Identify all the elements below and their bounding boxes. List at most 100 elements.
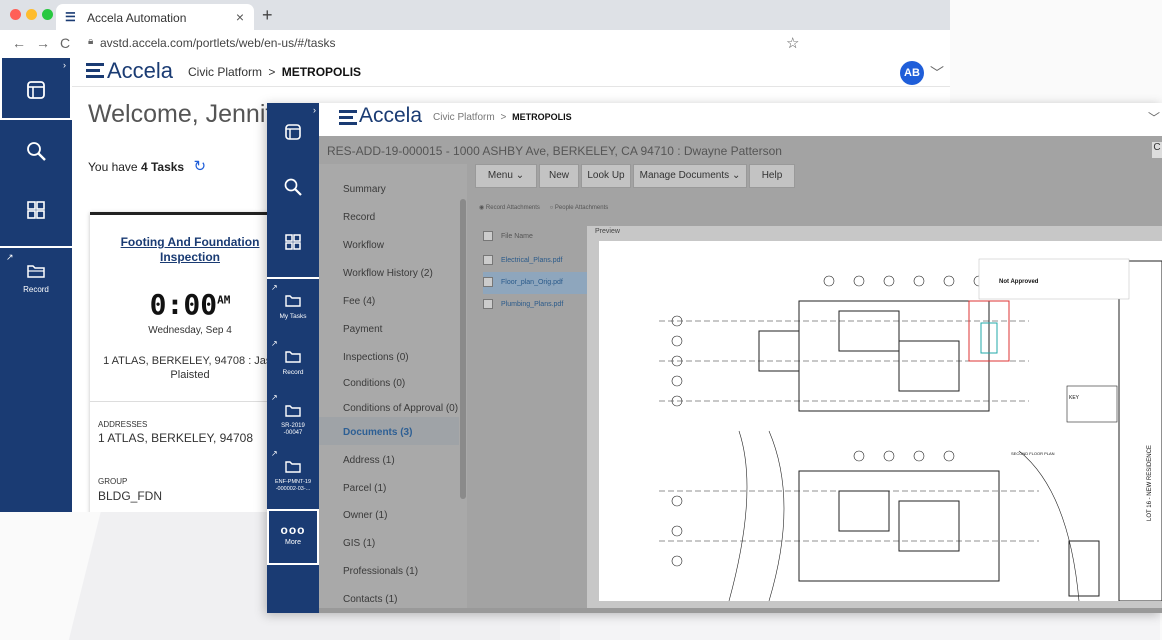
sidebar-item-apps[interactable] <box>267 217 319 273</box>
accela-logo-icon <box>86 63 104 79</box>
breadcrumb: Civic Platform > METROPOLIS <box>188 65 361 79</box>
forward-arrow-icon[interactable]: → <box>36 35 50 51</box>
sidebar-item-dashboard[interactable]: › <box>267 103 319 161</box>
task-time-value: 0:00 <box>149 288 218 321</box>
breadcrumb-separator: > <box>268 65 276 79</box>
select-all-checkbox[interactable] <box>483 231 493 242</box>
sidebar-item-sr-2019[interactable]: ↗ SR-2019 -00047 <box>267 393 319 445</box>
minimize-window-icon[interactable] <box>26 9 37 20</box>
group-value: BLDG_FDN <box>98 489 163 503</box>
close-window-icon[interactable] <box>10 9 21 20</box>
bookmark-star-icon[interactable]: ☆ <box>786 34 799 52</box>
lock-icon: 🔒︎ <box>88 36 94 47</box>
sidebar-item-more[interactable]: ooo More <box>267 509 319 565</box>
url-field[interactable]: avstd.accela.com/portlets/web/en-us/#/ta… <box>100 36 335 50</box>
file-name[interactable]: Plumbing_Plans.pdf <box>501 301 563 308</box>
chevron-down-icon[interactable]: ﹀ <box>1148 109 1160 126</box>
breadcrumb-agency: METROPOLIS <box>281 65 362 79</box>
reload-icon[interactable]: C <box>60 35 70 51</box>
chevron-down-icon[interactable]: ﹀ <box>930 63 944 83</box>
expand-chevron-icon[interactable]: › <box>313 105 316 115</box>
nav-documents[interactable]: Documents (3) <box>343 427 412 438</box>
addresses-value: 1 ATLAS, BERKELEY, 94708 <box>98 431 253 445</box>
task-time: 0:00AM <box>90 288 290 321</box>
task-date: Wednesday, Sep 4 <box>148 325 232 336</box>
nav-contacts[interactable]: Contacts (1) <box>343 594 397 605</box>
horizontal-scrollbar[interactable] <box>319 608 1162 613</box>
accela-favicon-icon: ☰ <box>65 10 76 24</box>
file-checkbox[interactable] <box>483 299 493 310</box>
folder-pin-icon <box>285 461 301 473</box>
radio-label: Record Attachments <box>485 205 540 211</box>
breadcrumb-platform[interactable]: Civic Platform <box>188 65 262 79</box>
radio-record-attachments[interactable]: ◉ Record Attachments <box>479 205 540 211</box>
nav-conditions[interactable]: Conditions (0) <box>343 378 405 389</box>
pin-icon: ↗ <box>271 339 278 348</box>
stamp-text: Not Approved <box>999 279 1039 285</box>
refresh-icon[interactable]: ↻ <box>193 158 206 175</box>
nav-owner[interactable]: Owner (1) <box>343 510 387 521</box>
sidebar-item-label: Record <box>23 285 49 294</box>
sidebar-item-enf-pmnt[interactable]: ↗ ENF-PMNT-19 -000002-03-... <box>267 449 319 503</box>
task-card[interactable]: OC Footing And Foundation Inspection 0:0… <box>90 212 290 512</box>
back-arrow-icon[interactable]: ← <box>12 35 26 51</box>
file-name[interactable]: Floor_plan_Orig.pdf <box>501 279 563 286</box>
browser-tab[interactable]: ☰ Accela Automation × <box>56 4 254 30</box>
avatar[interactable]: AB <box>900 61 924 85</box>
new-tab-icon[interactable]: + <box>262 5 273 26</box>
file-checkbox[interactable] <box>483 255 493 266</box>
radio-people-attachments[interactable]: ○ People Attachments <box>550 205 609 211</box>
floor-plan-drawing[interactable]: Not Approved KEY SECOND FLOOR PLAN LOT 1… <box>599 241 1162 601</box>
expand-chevron-icon[interactable]: › <box>63 60 66 70</box>
nav-record[interactable]: Record <box>343 212 375 223</box>
sidebar-divider <box>267 277 319 279</box>
maximize-window-icon[interactable] <box>42 9 53 20</box>
file-checkbox[interactable] <box>483 277 493 288</box>
file-name[interactable]: Electrical_Plans.pdf <box>501 257 562 264</box>
sidebar-item-apps[interactable] <box>0 184 72 240</box>
nav-conditions-of-approval[interactable]: Conditions of Approval (0) <box>343 403 458 414</box>
record-action-button[interactable]: C <box>1152 142 1162 158</box>
manage-documents-button[interactable]: Manage Documents ⌄ <box>633 164 747 188</box>
sidebar-item-label: My Tasks <box>279 313 307 320</box>
brand-name: Accela <box>107 58 174 83</box>
apps-grid-icon <box>285 234 301 250</box>
sidebar-item-record[interactable]: ↗ Record <box>0 252 72 302</box>
search-icon <box>27 142 46 161</box>
nav-fee[interactable]: Fee (4) <box>343 296 375 307</box>
nav-payment[interactable]: Payment <box>343 324 382 335</box>
pin-icon: ↗ <box>271 283 278 292</box>
browser-tab-strip: ☰ Accela Automation × + <box>0 0 950 30</box>
new-button[interactable]: New <box>539 164 579 188</box>
group-label: GROUP <box>98 477 128 486</box>
breadcrumb-platform[interactable]: Civic Platform <box>433 112 495 123</box>
menu-button[interactable]: Menu ⌄ <box>475 164 537 188</box>
close-tab-icon[interactable]: × <box>236 9 244 25</box>
task-card-title[interactable]: Footing And Foundation Inspection <box>90 235 290 265</box>
dashboard-icon <box>27 81 45 99</box>
dashboard-icon <box>285 124 301 140</box>
sidebar-item-dashboard[interactable]: › <box>0 56 72 120</box>
sidebar-item-search[interactable] <box>0 124 72 180</box>
sidebar-item-search[interactable] <box>267 163 319 215</box>
sidebar-item-record[interactable]: ↗ Record <box>267 339 319 387</box>
nav-workflow[interactable]: Workflow <box>343 240 384 251</box>
nav-workflow-history[interactable]: Workflow History (2) <box>343 268 433 279</box>
breadcrumb-agency: METROPOLIS <box>512 112 572 122</box>
card-divider <box>90 401 290 402</box>
manage-documents-label: Manage Documents <box>639 170 730 181</box>
nav-professionals[interactable]: Professionals (1) <box>343 566 418 577</box>
task-address-line: 1 ATLAS, BERKELEY, 94708 : Jasc <box>103 355 277 367</box>
folder-pin-icon <box>285 351 301 363</box>
nav-address[interactable]: Address (1) <box>343 455 395 466</box>
lookup-button[interactable]: Look Up <box>581 164 631 188</box>
nav-scrollbar[interactable] <box>460 199 466 499</box>
folder-pin-icon <box>27 265 45 278</box>
nav-summary[interactable]: Summary <box>343 184 386 195</box>
nav-gis[interactable]: GIS (1) <box>343 538 375 549</box>
nav-inspections[interactable]: Inspections (0) <box>343 352 409 363</box>
chevron-down-icon: ⌄ <box>515 170 525 181</box>
help-button[interactable]: Help <box>749 164 795 188</box>
nav-parcel[interactable]: Parcel (1) <box>343 483 386 494</box>
sidebar-item-my-tasks[interactable]: ↗ My Tasks <box>267 283 319 331</box>
